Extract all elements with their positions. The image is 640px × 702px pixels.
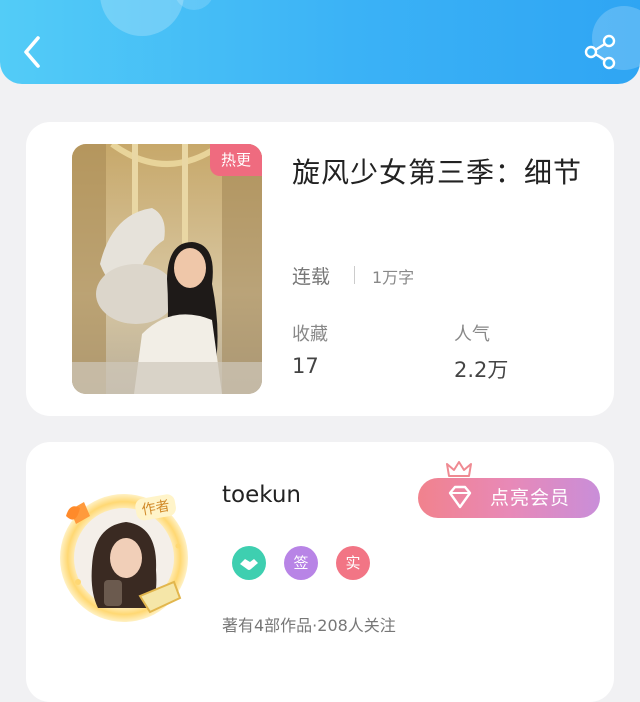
diamond-icon (448, 485, 472, 509)
share-icon (584, 34, 616, 70)
chevron-left-icon (24, 36, 40, 68)
favorites-value: 17 (292, 354, 319, 378)
activate-vip-button[interactable]: 点亮会员 (418, 478, 600, 518)
book-title: 旋风少女第三季：细节 (292, 156, 583, 189)
signed-author-badge[interactable]: 签 (284, 546, 318, 580)
book-info-card: 热更 旋风少女第三季：细节 连载 1万字 收藏 17 人气 2.2万 (26, 122, 614, 416)
partner-badge[interactable] (232, 546, 266, 580)
divider (354, 266, 355, 284)
decorative-bubble (100, 0, 184, 36)
cover-image (72, 144, 262, 394)
share-button[interactable] (582, 34, 618, 70)
author-card: 作者 toekun 点亮会员 签 实 著有4部作品·208人关注 (26, 442, 614, 702)
back-button[interactable] (18, 32, 50, 72)
author-name[interactable]: toekun (222, 482, 301, 508)
handshake-icon (234, 548, 264, 578)
word-count: 1万字 (372, 268, 415, 287)
serial-status: 连载 (292, 266, 331, 288)
book-cover[interactable]: 热更 (72, 144, 262, 394)
verified-badge[interactable]: 实 (336, 546, 370, 580)
popularity-label: 人气 (454, 324, 490, 345)
avatar-image: 作者 (60, 494, 188, 622)
works-summary: 著有4部作品·208人关注 (222, 616, 396, 635)
crown-icon (446, 461, 472, 477)
hot-update-tag: 热更 (210, 144, 262, 176)
top-header (0, 0, 640, 84)
vip-button-label: 点亮会员 (490, 487, 571, 509)
author-avatar[interactable]: 作者 (54, 486, 194, 626)
favorites-label: 收藏 (292, 324, 328, 345)
popularity-value: 2.2万 (454, 358, 509, 382)
